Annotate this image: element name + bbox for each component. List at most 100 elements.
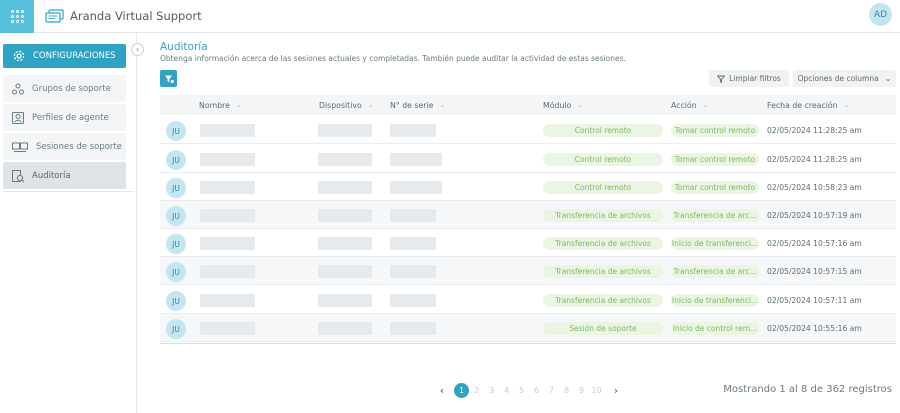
table-row[interactable]: JU Sesión de soporte Inicio de control r… xyxy=(160,314,896,342)
serial-redacted xyxy=(390,181,442,194)
page-4[interactable]: 4 xyxy=(499,383,514,398)
page-subtitle: Obtenga información acerca de las sesion… xyxy=(160,54,626,63)
brand: Aranda Virtual Support xyxy=(45,9,202,23)
avatar: JU xyxy=(166,234,186,254)
column-header-nombre[interactable]: Nombre ⌄ xyxy=(199,95,242,115)
creation-date: 02/05/2024 10:57:19 am xyxy=(767,211,862,220)
user-avatar[interactable]: AD xyxy=(869,3,892,26)
avatar: JU xyxy=(166,319,186,339)
creation-date: 02/05/2024 10:57:11 am xyxy=(767,296,862,305)
page-1[interactable]: 1 xyxy=(454,382,469,398)
page-6[interactable]: 6 xyxy=(529,383,544,398)
column-header-accion[interactable]: Acción ⌄ xyxy=(671,95,709,115)
device-redacted xyxy=(318,181,372,194)
table-row[interactable]: JU Transferencia de archivos Inicio de t… xyxy=(160,229,896,257)
chevron-down-icon: ⌄ xyxy=(843,101,850,109)
sidebar-item-audit[interactable]: Auditoría xyxy=(3,162,126,189)
device-redacted xyxy=(318,124,372,137)
module-badge: Transferencia de archivos xyxy=(543,237,663,250)
table-header: Nombre ⌄ Dispositivo ⌄ N° de serie ⌄ Módulo… xyxy=(160,95,896,115)
apps-grid-icon xyxy=(10,10,24,23)
chevron-left-icon[interactable]: ‹ xyxy=(435,384,449,397)
module-badge: Transferencia de archivos xyxy=(543,265,663,278)
table-row[interactable]: JU Control remoto Tomar control remoto 0… xyxy=(160,145,896,173)
name-redacted xyxy=(200,181,255,194)
action-badge: Tomar control remoto xyxy=(671,181,759,194)
clear-filters-button[interactable]: Limpiar filtros xyxy=(709,70,789,87)
creation-date: 02/05/2024 11:28:25 am xyxy=(767,126,862,135)
action-badge: Tomar control remoto xyxy=(671,124,759,137)
sidebar-item-agent-profiles[interactable]: Perfiles de agente xyxy=(3,104,126,131)
device-redacted xyxy=(318,322,372,335)
clear-filters-label: Limpiar filtros xyxy=(729,74,781,83)
filter-button[interactable] xyxy=(160,70,177,87)
page-2[interactable]: 2 xyxy=(469,383,484,398)
device-redacted xyxy=(318,294,372,307)
name-redacted xyxy=(200,294,255,307)
sidebar-item-support-groups[interactable]: Grupos de soporte xyxy=(3,75,126,102)
name-redacted xyxy=(200,124,255,137)
sidebar-config-header[interactable]: CONFIGURACIONES xyxy=(3,44,126,68)
records-count: Mostrando 1 al 8 de 362 registros xyxy=(723,384,892,395)
sidebar-item-label: Auditoría xyxy=(32,170,71,181)
page-10[interactable]: 10 xyxy=(589,383,604,398)
app-title: Aranda Virtual Support xyxy=(70,9,202,23)
table-row[interactable]: JU Control remoto Tomar control remoto 0… xyxy=(160,173,896,201)
page-3[interactable]: 3 xyxy=(484,383,499,398)
apps-menu-button[interactable] xyxy=(0,0,34,33)
serial-redacted xyxy=(390,294,436,307)
chevron-down-icon: ⌄ xyxy=(439,101,446,109)
module-badge: Control remoto xyxy=(543,124,663,137)
audit-icon xyxy=(12,169,25,182)
avatar: JU xyxy=(166,121,186,141)
action-badge: Inicio de transferenci... xyxy=(671,237,759,250)
avatar: JU xyxy=(166,178,186,198)
page-5[interactable]: 5 xyxy=(514,383,529,398)
serial-redacted xyxy=(390,322,436,335)
column-header-serie[interactable]: N° de serie ⌄ xyxy=(390,95,445,115)
serial-redacted xyxy=(390,265,436,278)
module-badge: Sesión de soporte xyxy=(543,322,663,335)
table-row[interactable]: JU Control remoto Tomar control remoto 0… xyxy=(160,116,896,144)
sidebar-item-label: Grupos de soporte xyxy=(32,83,111,94)
module-badge: Control remoto xyxy=(543,181,663,194)
page-7[interactable]: 7 xyxy=(544,383,559,398)
table-row[interactable]: JU Transferencia de archivos Transferenc… xyxy=(160,257,896,285)
brand-logo-icon xyxy=(45,9,64,23)
filter-icon xyxy=(164,75,173,83)
gear-icon xyxy=(13,50,25,62)
serial-redacted xyxy=(390,124,436,137)
serial-redacted xyxy=(390,209,436,222)
page-title: Auditoría xyxy=(160,41,208,53)
chevron-down-icon: ⌄ xyxy=(884,74,892,83)
name-redacted xyxy=(200,237,255,250)
sidebar-item-label: Sesiones de soporte xyxy=(36,141,122,152)
column-header-fecha[interactable]: Fecha de creación ⌄ xyxy=(767,95,850,115)
column-options-button[interactable]: Opciones de columna ⌄ xyxy=(793,70,896,87)
chevron-right-icon[interactable]: › xyxy=(131,43,144,56)
creation-date: 02/05/2024 10:55:16 am xyxy=(767,324,862,333)
creation-date: 02/05/2024 10:57:16 am xyxy=(767,239,862,248)
sidebar-item-support-sessions[interactable]: Sesiones de soporte xyxy=(3,133,126,160)
serial-redacted xyxy=(390,237,436,250)
chevron-down-icon: ⌄ xyxy=(235,101,242,109)
action-badge: Inicio de control rem... xyxy=(671,322,759,335)
creation-date: 02/05/2024 10:57:15 am xyxy=(767,267,862,276)
column-options-label: Opciones de columna xyxy=(797,74,879,83)
device-redacted xyxy=(318,153,372,166)
name-redacted xyxy=(200,153,255,166)
action-badge: Transferencia de arc... xyxy=(671,265,759,278)
sidebar-config-label: CONFIGURACIONES xyxy=(33,51,116,61)
table-row[interactable]: JU Transferencia de archivos Inicio de t… xyxy=(160,286,896,314)
column-header-dispositivo[interactable]: Dispositivo ⌄ xyxy=(319,95,374,115)
module-badge: Transferencia de archivos xyxy=(543,209,663,222)
table-row[interactable]: JU Transferencia de archivos Transferenc… xyxy=(160,201,896,229)
column-header-modulo[interactable]: Módulo ⌄ xyxy=(543,95,583,115)
page-8[interactable]: 8 xyxy=(559,383,574,398)
filter-clear-icon xyxy=(717,75,726,83)
top-bar: Aranda Virtual Support AD xyxy=(0,0,900,33)
device-redacted xyxy=(318,265,372,278)
action-badge: Inicio de transferenci... xyxy=(671,294,759,307)
chevron-right-icon[interactable]: › xyxy=(609,384,623,397)
page-9[interactable]: 9 xyxy=(574,383,589,398)
